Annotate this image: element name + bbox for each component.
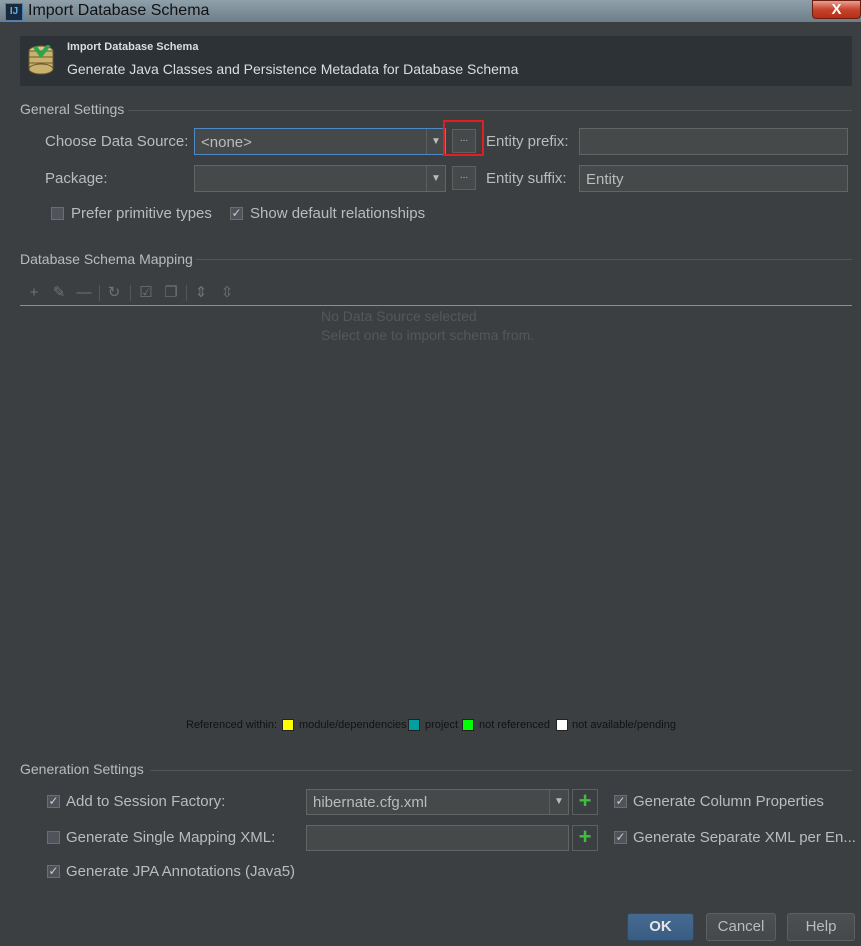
generate-column-properties-checkbox[interactable]: ✓ (614, 795, 627, 808)
database-icon (28, 45, 54, 75)
close-button[interactable]: X (812, 0, 861, 19)
toolbar-divider (130, 285, 131, 301)
ok-button[interactable]: OK (627, 913, 694, 941)
entity-suffix-value: Entity (586, 171, 624, 188)
schema-mapping-label: Database Schema Mapping (20, 251, 193, 267)
browse-package-button[interactable]: ... (452, 166, 476, 190)
schema-mapping-table[interactable]: No Data Source selected Select one to im… (20, 306, 852, 746)
entity-prefix-field[interactable] (579, 128, 848, 155)
toolbar-divider (99, 285, 100, 301)
entity-suffix-label: Entity suffix: (486, 170, 567, 187)
single-mapping-xml-label: Generate Single Mapping XML: (66, 829, 276, 846)
dialog-header: Import Database Schema Generate Java Cla… (20, 36, 852, 86)
intellij-app-icon: IJ (5, 3, 23, 21)
add-icon[interactable]: + (26, 285, 42, 301)
browse-data-source-button[interactable]: ... (452, 129, 476, 153)
prefer-primitive-checkbox[interactable] (51, 207, 64, 220)
header-subtitle: Generate Java Classes and Persistence Me… (67, 61, 519, 77)
entity-suffix-field[interactable]: Entity (579, 165, 848, 192)
legend-label-module: module/dependencies (299, 719, 407, 731)
show-default-relationships-label: Show default relationships (250, 205, 426, 222)
single-mapping-xml-field[interactable] (306, 825, 569, 851)
empty-message-line2: Select one to import schema from. (321, 327, 535, 343)
add-session-factory-label: Add to Session Factory: (66, 793, 226, 810)
data-source-value: <none> (201, 134, 252, 151)
cancel-button[interactable]: Cancel (706, 913, 776, 941)
add-session-factory-checkbox[interactable]: ✓ (47, 795, 60, 808)
legend-swatch-module (282, 719, 294, 731)
legend-label-not-available: not available/pending (572, 719, 676, 731)
title-bar: IJ Import Database Schema X (0, 0, 861, 22)
general-settings-separator (128, 110, 852, 111)
separate-xml-label: Generate Separate XML per En... (633, 829, 856, 846)
single-mapping-xml-checkbox[interactable] (47, 831, 60, 844)
help-button[interactable]: Help (787, 913, 855, 941)
prefer-primitive-label: Prefer primitive types (71, 205, 212, 222)
session-factory-combo[interactable]: hibernate.cfg.xml ▼ (306, 789, 569, 815)
session-factory-value: hibernate.cfg.xml (313, 794, 428, 811)
schema-mapping-separator (196, 259, 852, 260)
add-session-factory-button[interactable]: + (572, 789, 598, 815)
edit-icon[interactable]: ✎ (51, 285, 67, 301)
package-label: Package: (45, 170, 108, 187)
check-all-icon[interactable]: ☑ (138, 285, 154, 301)
expand-all-icon[interactable]: ⇕ (193, 285, 209, 301)
generate-column-properties-label: Generate Column Properties (633, 793, 824, 810)
refresh-icon[interactable]: ↻ (106, 285, 122, 301)
chevron-down-icon[interactable]: ▼ (426, 166, 445, 191)
general-settings-label: General Settings (20, 101, 125, 117)
legend-prefix: Referenced within: (186, 719, 278, 731)
entity-prefix-label: Entity prefix: (486, 133, 569, 150)
show-default-relationships-checkbox[interactable]: ✓ (230, 207, 243, 220)
data-source-label: Choose Data Source: (45, 133, 189, 150)
remove-icon[interactable]: — (76, 285, 92, 301)
header-title: Import Database Schema (67, 41, 199, 53)
package-combo[interactable]: ▼ (194, 165, 446, 192)
window-title: Import Database Schema (28, 2, 210, 19)
legend-swatch-not-available (556, 719, 568, 731)
jpa-annotations-checkbox[interactable]: ✓ (47, 865, 60, 878)
toolbar-divider (186, 285, 187, 301)
jpa-annotations-label: Generate JPA Annotations (Java5) (66, 863, 296, 880)
data-source-combo[interactable]: <none> ▼ (194, 128, 446, 155)
legend-label-project: project (425, 719, 459, 731)
add-single-mapping-button[interactable]: + (572, 825, 598, 851)
copy-icon[interactable]: ❐ (163, 285, 179, 301)
legend-swatch-not-referenced (462, 719, 474, 731)
legend-swatch-project (408, 719, 420, 731)
collapse-all-icon[interactable]: ⇳ (219, 285, 235, 301)
separate-xml-checkbox[interactable]: ✓ (614, 831, 627, 844)
legend-label-not-referenced: not referenced (479, 719, 550, 731)
chevron-down-icon[interactable]: ▼ (549, 790, 568, 814)
empty-message-line1: No Data Source selected (321, 308, 477, 324)
generation-settings-separator (150, 770, 852, 771)
generation-settings-label: Generation Settings (20, 761, 144, 777)
